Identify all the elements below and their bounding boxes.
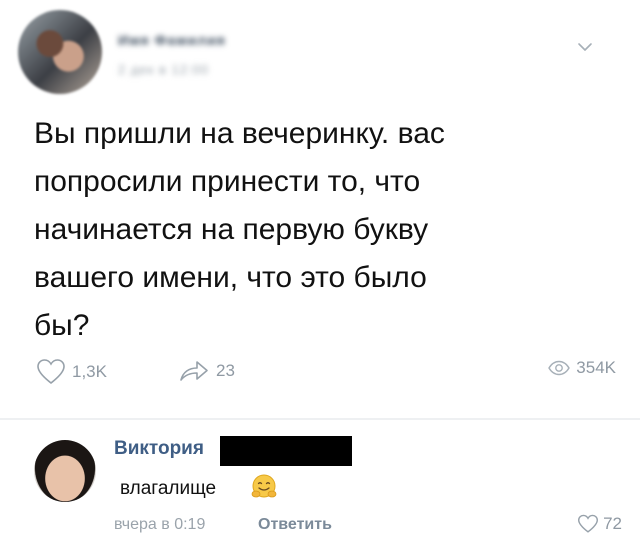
like-count: 1,3K [72, 362, 107, 381]
comment-text: влагалище [120, 478, 217, 499]
reply-button[interactable]: Ответить [258, 516, 332, 534]
share-button[interactable]: 23 [178, 358, 235, 384]
views-counter: 354K [548, 358, 616, 378]
page: Имя Фамилия 2 дек в 12:00 Вы пришли на в… [0, 0, 640, 557]
share-arrow-icon [180, 361, 208, 381]
eye-icon [548, 360, 571, 376]
post-stats-row: 1,3K 23 354K [36, 358, 616, 398]
chevron-down-icon[interactable] [574, 36, 596, 58]
views-count: 354K [576, 358, 616, 377]
comment-like-button[interactable]: 72 [577, 514, 622, 534]
post-text: Вы пришли на вечеринку. вас попросили пр… [34, 117, 445, 342]
heart-icon [37, 359, 65, 385]
name-redaction-bar [220, 436, 352, 466]
comment-like-count: 72 [603, 514, 622, 533]
hugging-face-emoji-icon [251, 474, 277, 498]
comment-author-avatar[interactable] [34, 440, 96, 502]
comment-timestamp: вчера в 0:19 [114, 516, 206, 533]
comment-author-name[interactable]: Виктория [114, 438, 204, 460]
divider [0, 418, 640, 420]
post-header: Имя Фамилия 2 дек в 12:00 [18, 10, 618, 100]
heart-icon [578, 514, 599, 533]
post-author-avatar[interactable] [18, 10, 102, 94]
share-count: 23 [216, 361, 235, 380]
like-button[interactable]: 1,3K [36, 358, 107, 386]
comment: Виктория влагалище вчера в 0:19 Ответить… [34, 430, 624, 550]
post-author-name[interactable]: Имя Фамилия [118, 32, 226, 48]
post-date: 2 дек в 12:00 [118, 62, 210, 77]
